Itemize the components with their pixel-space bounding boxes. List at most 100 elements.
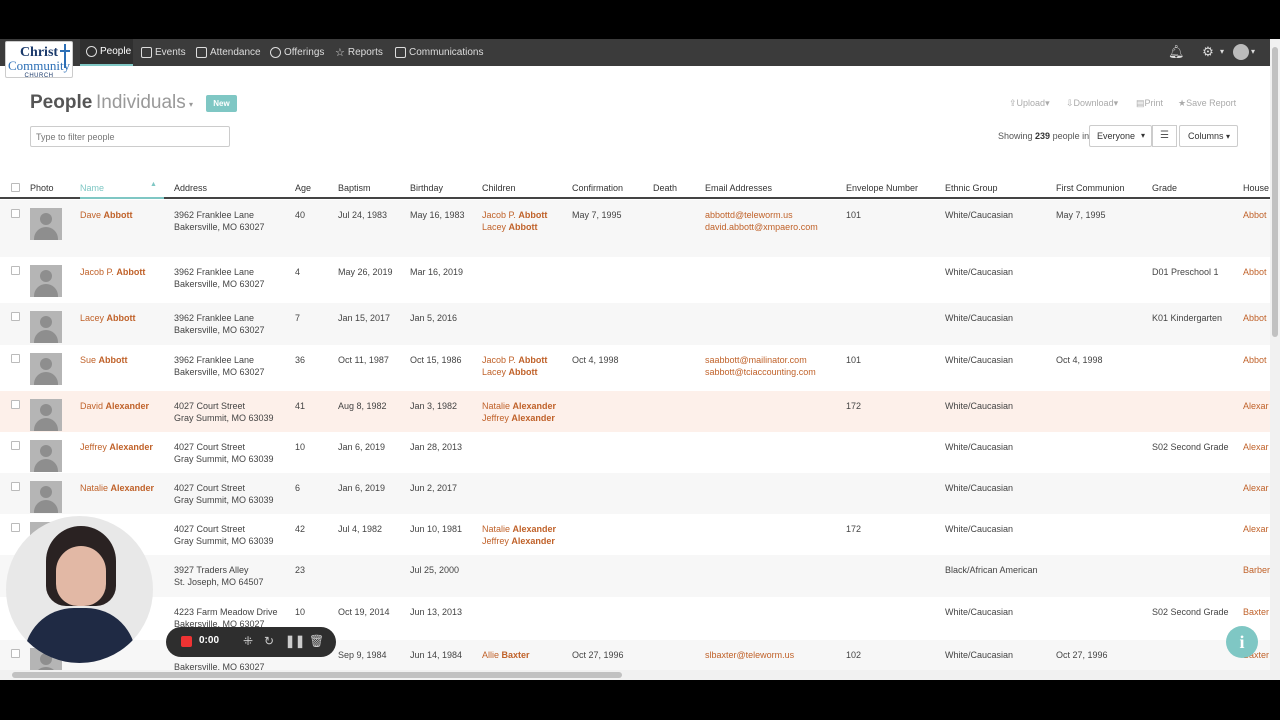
- column-household[interactable]: House: [1243, 183, 1269, 193]
- household-link[interactable]: Abbot: [1243, 354, 1267, 366]
- child-link[interactable]: Jeffrey Alexander: [482, 413, 555, 423]
- email-cell[interactable]: saabbott@mailinator.com sabbott@tciaccoun…: [705, 354, 816, 378]
- download-button[interactable]: ⇩Download▾: [1066, 98, 1118, 109]
- showing-suffix: people in: [1052, 131, 1090, 141]
- email-link[interactable]: abbottd@teleworm.us: [705, 210, 793, 220]
- row-checkbox[interactable]: [11, 523, 20, 532]
- email-cell[interactable]: abbottd@teleworm.us david.abbott@xmpaero.…: [705, 209, 818, 233]
- row-checkbox[interactable]: [11, 312, 20, 321]
- child-link[interactable]: Lacey Abbott: [482, 367, 538, 377]
- save-report-button[interactable]: ★Save Report: [1178, 98, 1236, 109]
- person-name-link[interactable]: Natalie Alexander: [80, 482, 154, 494]
- nav-offerings[interactable]: Offerings: [270, 39, 324, 66]
- row-checkbox[interactable]: [11, 441, 20, 450]
- children-cell[interactable]: Jacob P. Abbott Lacey Abbott: [482, 209, 547, 233]
- household-link[interactable]: Barber: [1243, 564, 1270, 576]
- person-name-link[interactable]: Sue Abbott: [80, 354, 128, 366]
- restart-icon[interactable]: ↻: [264, 634, 274, 648]
- row-checkbox[interactable]: [11, 400, 20, 409]
- view-selector[interactable]: Individuals: [96, 92, 186, 114]
- email-link[interactable]: sabbott@tciaccounting.com: [705, 367, 816, 377]
- children-cell[interactable]: Jacob P. Abbott Lacey Abbott: [482, 354, 547, 378]
- filter-people-input[interactable]: [30, 126, 230, 147]
- notifications-bell-icon[interactable]: 🔔︎: [1168, 44, 1185, 60]
- new-person-button[interactable]: New: [206, 95, 237, 112]
- row-checkbox[interactable]: [11, 266, 20, 275]
- nav-reports[interactable]: ☆ Reports: [335, 39, 383, 66]
- row-checkbox[interactable]: [11, 354, 20, 363]
- household-link[interactable]: Abbot: [1243, 266, 1267, 278]
- nav-attendance[interactable]: Attendance: [196, 39, 261, 66]
- child-link[interactable]: Natalie Alexander: [482, 401, 556, 411]
- church-logo[interactable]: Christ Community CHURCH: [5, 41, 73, 79]
- column-grade[interactable]: Grade: [1152, 183, 1177, 193]
- upload-button[interactable]: ⇪Upload▾: [1009, 98, 1050, 109]
- child-link[interactable]: Jeffrey Alexander: [482, 536, 555, 546]
- person-name-link[interactable]: Jeffrey Alexander: [80, 441, 153, 453]
- child-link[interactable]: Allie Baxter: [482, 650, 530, 660]
- email-link[interactable]: slbaxter@teleworm.us: [705, 650, 794, 660]
- person-name-link[interactable]: David Alexander: [80, 400, 149, 412]
- vertical-scroll-thumb[interactable]: [1272, 47, 1278, 337]
- column-ethnic-group[interactable]: Ethnic Group: [945, 183, 998, 193]
- child-last-name: Baxter: [501, 650, 530, 660]
- children-cell[interactable]: Allie Baxter: [482, 649, 530, 661]
- household-link[interactable]: Alexar: [1243, 482, 1269, 494]
- sort-ascending-icon[interactable]: ▲: [150, 181, 157, 188]
- child-link[interactable]: Jacob P. Abbott: [482, 210, 547, 220]
- column-email[interactable]: Email Addresses: [705, 183, 772, 193]
- email-link[interactable]: david.abbott@xmpaero.com: [705, 222, 818, 232]
- nav-communications[interactable]: Communications: [395, 39, 483, 66]
- children-cell[interactable]: Natalie Alexander Jeffrey Alexander: [482, 523, 556, 547]
- user-avatar[interactable]: [1233, 44, 1249, 60]
- children-cell[interactable]: Natalie Alexander Jeffrey Alexander: [482, 400, 556, 424]
- user-menu-caret-icon[interactable]: ▾: [1251, 47, 1255, 56]
- column-photo[interactable]: Photo: [30, 183, 54, 193]
- email-cell[interactable]: slbaxter@teleworm.us: [705, 649, 794, 661]
- pause-icon[interactable]: ❚❚: [285, 634, 305, 648]
- stop-recording-button[interactable]: [181, 636, 192, 647]
- birthday-cell: Jan 5, 2016: [410, 313, 458, 323]
- child-link[interactable]: Natalie Alexander: [482, 524, 556, 534]
- person-name-link[interactable]: Lacey Abbott: [80, 312, 136, 324]
- settings-caret-icon[interactable]: ▾: [1214, 44, 1230, 60]
- column-confirmation[interactable]: Confirmation: [572, 183, 623, 193]
- email-link[interactable]: saabbott@mailinator.com: [705, 355, 807, 365]
- ethnic-group-cell: Black/African American: [945, 565, 1038, 575]
- household-link[interactable]: Alexar: [1243, 441, 1269, 453]
- column-children[interactable]: Children: [482, 183, 516, 193]
- column-first-communion[interactable]: First Communion: [1056, 183, 1125, 193]
- info-help-button[interactable]: i: [1226, 626, 1258, 658]
- columns-dropdown[interactable]: Columns ▾: [1179, 125, 1238, 147]
- person-name-link[interactable]: Dave Abbott: [80, 209, 133, 221]
- scope-dropdown[interactable]: Everyone ▾: [1089, 125, 1152, 147]
- grid-icon[interactable]: ⁜: [243, 634, 253, 648]
- nav-people[interactable]: People: [80, 39, 133, 66]
- row-checkbox[interactable]: [11, 649, 20, 658]
- row-checkbox[interactable]: [11, 482, 20, 491]
- trash-icon[interactable]: 🗑︎: [309, 634, 324, 648]
- person-name-link[interactable]: Jacob P. Abbott: [80, 266, 145, 278]
- child-link[interactable]: Lacey Abbott: [482, 222, 538, 232]
- nav-events[interactable]: Events: [141, 39, 186, 66]
- row-checkbox[interactable]: [11, 209, 20, 218]
- household-link[interactable]: Abbot: [1243, 209, 1267, 221]
- first-communion-cell: Oct 27, 1996: [1056, 650, 1108, 660]
- select-all-checkbox[interactable]: [11, 183, 20, 192]
- print-button[interactable]: ▤Print: [1136, 98, 1163, 109]
- column-baptism[interactable]: Baptism: [338, 183, 371, 193]
- view-selector-caret-icon[interactable]: ▾: [189, 100, 193, 109]
- column-envelope[interactable]: Envelope Number: [846, 183, 918, 193]
- household-link[interactable]: Alexar: [1243, 400, 1269, 412]
- child-link[interactable]: Jacob P. Abbott: [482, 355, 547, 365]
- horizontal-scroll-thumb[interactable]: [12, 672, 622, 678]
- column-age[interactable]: Age: [295, 183, 311, 193]
- column-address[interactable]: Address: [174, 183, 207, 193]
- household-link[interactable]: Abbot: [1243, 312, 1267, 324]
- column-birthday[interactable]: Birthday: [410, 183, 443, 193]
- column-name[interactable]: Name: [80, 183, 104, 193]
- household-link[interactable]: Alexar: [1243, 523, 1269, 535]
- column-death[interactable]: Death: [653, 183, 677, 193]
- household-link[interactable]: Baxter: [1243, 606, 1269, 618]
- list-view-button[interactable]: ☰: [1152, 125, 1177, 147]
